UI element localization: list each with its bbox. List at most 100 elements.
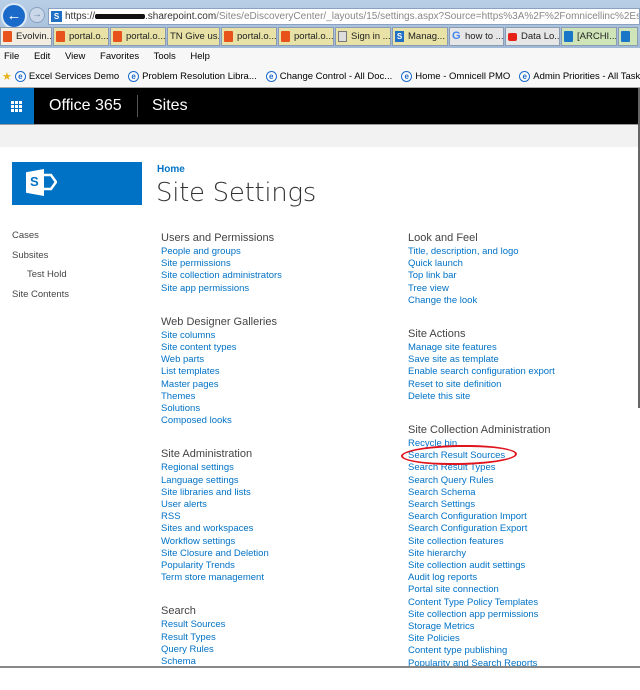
link-delete-this-site[interactable]: Delete this site — [408, 391, 555, 403]
link-site-hierarchy[interactable]: Site hierarchy — [408, 548, 555, 560]
tab-label: Sign in ... — [351, 31, 391, 42]
link-tree-view[interactable]: Tree view — [408, 283, 555, 295]
link-search-configuration-export[interactable]: Search Configuration Export — [408, 523, 555, 535]
link-user-alerts[interactable]: User alerts — [161, 499, 282, 511]
menu-file[interactable]: File — [4, 51, 19, 62]
link-site-app-permissions[interactable]: Site app permissions — [161, 283, 282, 295]
browser-tab[interactable]: portal.o... — [278, 27, 334, 46]
favorite-link[interactable]: e Excel Services Demo — [14, 66, 119, 88]
link-composed-looks[interactable]: Composed looks — [161, 415, 282, 427]
link-search-settings[interactable]: Search Settings — [408, 499, 555, 511]
favorite-link[interactable]: e Change Control - All Doc... — [265, 66, 392, 88]
link-manage-site-features[interactable]: Manage site features — [408, 342, 555, 354]
favorites-star-icon[interactable]: ★ — [2, 66, 12, 88]
tab-label: Evolvin... — [16, 31, 52, 42]
link-list-templates[interactable]: List templates — [161, 366, 282, 378]
link-site-libraries-and-lists[interactable]: Site libraries and lists — [161, 487, 282, 499]
browser-tab[interactable] — [618, 27, 638, 46]
menu-help[interactable]: Help — [190, 51, 210, 62]
link-site-policies[interactable]: Site Policies — [408, 633, 555, 645]
app-launcher-button[interactable] — [0, 88, 34, 124]
browser-tab[interactable]: TN Give us... — [167, 27, 220, 46]
link-popularity-and-search-reports[interactable]: Popularity and Search Reports — [408, 658, 555, 670]
nav-site-contents[interactable]: Site Contents — [12, 289, 69, 309]
link-enable-search-configuration-export[interactable]: Enable search configuration export — [408, 366, 555, 378]
link-regional-settings[interactable]: Regional settings — [161, 462, 282, 474]
link-audit-log-reports[interactable]: Audit log reports — [408, 572, 555, 584]
link-save-site-as-template[interactable]: Save site as template — [408, 354, 555, 366]
link-search-result-types[interactable]: Search Result Types — [408, 462, 555, 474]
link-content-type-publishing[interactable]: Content type publishing — [408, 645, 555, 657]
favorite-link[interactable]: e Home - Omnicell PMO — [401, 66, 510, 88]
link-quick-launch[interactable]: Quick launch — [408, 258, 555, 270]
link-solutions[interactable]: Solutions — [161, 403, 282, 415]
menu-favorites[interactable]: Favorites — [100, 51, 139, 62]
suite-app-name[interactable]: Sites — [152, 88, 188, 124]
link-site-collection-app-permissions[interactable]: Site collection app permissions — [408, 609, 555, 621]
suite-title[interactable]: Office 365 — [49, 88, 122, 124]
forward-button[interactable]: → — [29, 7, 45, 23]
nav-subsites[interactable]: Subsites — [12, 250, 69, 270]
back-button[interactable]: ← — [1, 3, 27, 29]
link-recycle-bin[interactable]: Recycle bin — [408, 438, 555, 450]
breadcrumb-home-link[interactable]: Home — [157, 164, 185, 175]
browser-tab[interactable]: portal.o... — [53, 27, 109, 46]
browser-tab[interactable]: [ARCHI... — [561, 27, 617, 46]
section-search: Search Result Sources Result Types Query Ru… — [161, 604, 282, 668]
link-content-type-policy-templates[interactable]: Content Type Policy Templates — [408, 597, 555, 609]
link-result-types[interactable]: Result Types — [161, 632, 282, 644]
link-query-rules[interactable]: Query Rules — [161, 644, 282, 656]
favorite-label: Problem Resolution Libra... — [142, 70, 257, 82]
tab-strip: Evolvin... portal.o... portal.o... TN Give … — [0, 27, 640, 46]
link-themes[interactable]: Themes — [161, 391, 282, 403]
link-workflow-settings[interactable]: Workflow settings — [161, 536, 282, 548]
link-sites-and-workspaces[interactable]: Sites and workspaces — [161, 523, 282, 535]
link-site-collection-audit-settings[interactable]: Site collection audit settings — [408, 560, 555, 572]
sign-in-icon — [338, 31, 347, 42]
link-master-pages[interactable]: Master pages — [161, 379, 282, 391]
link-language-settings[interactable]: Language settings — [161, 475, 282, 487]
browser-tab[interactable]: Evolvin... — [0, 27, 52, 46]
browser-tab[interactable]: portal.o... — [110, 27, 166, 46]
link-site-collection-administrators[interactable]: Site collection administrators — [161, 270, 282, 282]
link-storage-metrics[interactable]: Storage Metrics — [408, 621, 555, 633]
link-site-content-types[interactable]: Site content types — [161, 342, 282, 354]
office-icon — [281, 31, 290, 42]
nav-cases[interactable]: Cases — [12, 230, 69, 250]
site-logo[interactable]: S — [12, 162, 142, 205]
link-site-columns[interactable]: Site columns — [161, 330, 282, 342]
menu-edit[interactable]: Edit — [34, 51, 50, 62]
link-term-store-management[interactable]: Term store management — [161, 572, 282, 584]
menu-view[interactable]: View — [65, 51, 85, 62]
link-site-permissions[interactable]: Site permissions — [161, 258, 282, 270]
sharepoint-logo-icon: S — [26, 169, 44, 196]
browser-tab[interactable]: Sign in ... — [335, 27, 391, 46]
link-site-collection-features[interactable]: Site collection features — [408, 536, 555, 548]
link-site-closure-and-deletion[interactable]: Site Closure and Deletion — [161, 548, 282, 560]
link-portal-site-connection[interactable]: Portal site connection — [408, 584, 555, 596]
link-popularity-trends[interactable]: Popularity Trends — [161, 560, 282, 572]
link-search-configuration-import[interactable]: Search Configuration Import — [408, 511, 555, 523]
link-result-sources[interactable]: Result Sources — [161, 619, 282, 631]
section-title: Site Collection Administration — [408, 424, 551, 437]
link-search-query-rules[interactable]: Search Query Rules — [408, 475, 555, 487]
menu-tools[interactable]: Tools — [154, 51, 176, 62]
link-top-link-bar[interactable]: Top link bar — [408, 270, 555, 282]
browser-tab[interactable]: portal.o... — [221, 27, 277, 46]
link-search-schema[interactable]: Search Schema — [408, 487, 555, 499]
nav-test-hold[interactable]: Test Hold — [12, 269, 69, 289]
browser-tab[interactable]: Data Lo... — [505, 27, 560, 46]
link-change-the-look[interactable]: Change the look — [408, 295, 555, 307]
sharepoint-icon: S — [395, 31, 404, 42]
link-web-parts[interactable]: Web parts — [161, 354, 282, 366]
link-people-and-groups[interactable]: People and groups — [161, 246, 282, 258]
browser-tab[interactable]: Ghow to ... — [449, 27, 504, 46]
link-title-description-and-logo[interactable]: Title, description, and logo — [408, 246, 555, 258]
favorite-link[interactable]: e Problem Resolution Libra... — [128, 66, 257, 88]
link-search-result-sources[interactable]: Search Result Sources — [408, 450, 555, 462]
link-rss[interactable]: RSS — [161, 511, 282, 523]
link-reset-to-site-definition[interactable]: Reset to site definition — [408, 379, 555, 391]
browser-tab[interactable]: S Manag... — [392, 27, 448, 46]
favorite-link[interactable]: e Admin Priorities - All Tasks — [519, 66, 640, 88]
address-bar[interactable]: S https:// .sharepoint.com/Sites/eDiscove… — [48, 8, 640, 25]
